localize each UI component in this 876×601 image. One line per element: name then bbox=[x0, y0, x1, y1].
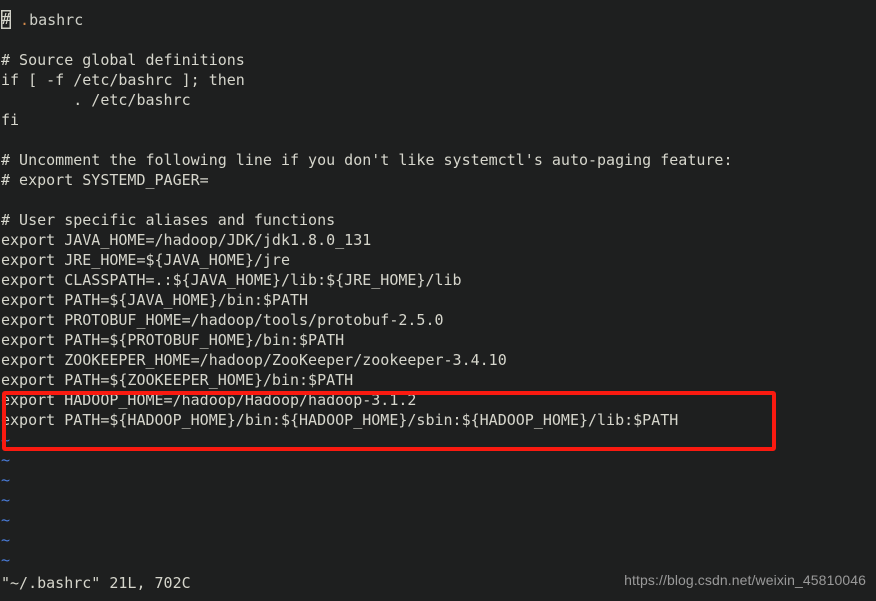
empty-line-marker: ~ bbox=[0, 450, 876, 470]
editor-line-20[interactable]: export HADOOP_HOME=/hadoop/Hadoop/hadoop… bbox=[0, 390, 876, 410]
vim-text-buffer[interactable]: # .bashrc # Source global definitions if… bbox=[0, 10, 876, 570]
text-cursor[interactable]: # bbox=[1, 10, 11, 29]
editor-line-13-text: export JRE_HOME=${JAVA_HOME}/jre bbox=[1, 251, 290, 269]
editor-line-10[interactable] bbox=[0, 190, 876, 210]
status-bar-text: "~/.bashrc" 21L, 702C bbox=[1, 574, 191, 592]
terminal-window: # .bashrc # Source global definitions if… bbox=[0, 0, 876, 601]
editor-line-13[interactable]: export JRE_HOME=${JAVA_HOME}/jre bbox=[0, 250, 876, 270]
editor-line-14-text: export CLASSPATH=.:${JAVA_HOME}/lib:${JR… bbox=[1, 271, 462, 289]
watermark-text: https://blog.csdn.net/weixin_45810046 bbox=[624, 572, 866, 588]
editor-line-16-text: export PROTOBUF_HOME=/hadoop/tools/proto… bbox=[1, 311, 444, 329]
editor-line-1[interactable]: # .bashrc bbox=[0, 10, 876, 30]
editor-line-16[interactable]: export PROTOBUF_HOME=/hadoop/tools/proto… bbox=[0, 310, 876, 330]
editor-line-21[interactable]: export PATH=${HADOOP_HOME}/bin:${HADOOP_… bbox=[0, 410, 876, 430]
tilde-glyph: ~ bbox=[1, 491, 11, 509]
editor-line-17[interactable]: export PATH=${PROTOBUF_HOME}/bin:$PATH bbox=[0, 330, 876, 350]
editor-line-12[interactable]: export JAVA_HOME=/hadoop/JDK/jdk1.8.0_13… bbox=[0, 230, 876, 250]
editor-line-14[interactable]: export CLASSPATH=.:${JAVA_HOME}/lib:${JR… bbox=[0, 270, 876, 290]
editor-line-19[interactable]: export PATH=${ZOOKEEPER_HOME}/bin:$PATH bbox=[0, 370, 876, 390]
editor-line-3[interactable]: # Source global definitions bbox=[0, 50, 876, 70]
editor-line-12-text: export JAVA_HOME=/hadoop/JDK/jdk1.8.0_13… bbox=[1, 231, 372, 249]
status-bar: "~/.bashrc" 21L, 702C bbox=[1, 573, 191, 593]
empty-line-marker: ~ bbox=[0, 550, 876, 570]
empty-line-marker: ~ bbox=[0, 530, 876, 550]
tilde-glyph: ~ bbox=[1, 551, 11, 569]
editor-line-6[interactable]: fi bbox=[0, 110, 876, 130]
editor-line-5-text: . /etc/bashrc bbox=[1, 91, 191, 109]
editor-line-4[interactable]: if [ -f /etc/bashrc ]; then bbox=[0, 70, 876, 90]
editor-line-6-text: fi bbox=[1, 111, 20, 129]
editor-line-5[interactable]: . /etc/bashrc bbox=[0, 90, 876, 110]
editor-line-20-text: export HADOOP_HOME=/hadoop/Hadoop/hadoop… bbox=[1, 391, 417, 409]
editor-line-3-text: # Source global definitions bbox=[1, 51, 245, 69]
editor-line-8-text: # Uncomment the following line if you do… bbox=[1, 151, 733, 169]
editor-line-15-text: export PATH=${JAVA_HOME}/bin:$PATH bbox=[1, 291, 309, 309]
editor-line-9[interactable]: # export SYSTEMD_PAGER= bbox=[0, 170, 876, 190]
empty-line-marker: ~ bbox=[0, 510, 876, 530]
editor-line-18[interactable]: export ZOOKEEPER_HOME=/hadoop/ZooKeeper/… bbox=[0, 350, 876, 370]
editor-line-1-text: .bashrc bbox=[20, 11, 84, 29]
tilde-glyph: ~ bbox=[1, 471, 11, 489]
editor-line-15[interactable]: export PATH=${JAVA_HOME}/bin:$PATH bbox=[0, 290, 876, 310]
tilde-glyph: ~ bbox=[1, 531, 11, 549]
editor-line-7[interactable] bbox=[0, 130, 876, 150]
editor-line-19-text: export PATH=${ZOOKEEPER_HOME}/bin:$PATH bbox=[1, 371, 354, 389]
editor-line-2[interactable] bbox=[0, 30, 876, 50]
tilde-glyph: ~ bbox=[1, 451, 11, 469]
tilde-glyph: ~ bbox=[1, 511, 11, 529]
editor-line-9-text: # export SYSTEMD_PAGER= bbox=[1, 171, 209, 189]
editor-line-4-text: if [ -f /etc/bashrc ]; then bbox=[1, 71, 245, 89]
editor-line-11[interactable]: # User specific aliases and functions bbox=[0, 210, 876, 230]
editor-line-18-text: export ZOOKEEPER_HOME=/hadoop/ZooKeeper/… bbox=[1, 351, 507, 369]
empty-line-marker: ~ bbox=[0, 490, 876, 510]
editor-line-17-text: export PATH=${PROTOBUF_HOME}/bin:$PATH bbox=[1, 331, 345, 349]
editor-line-11-text: # User specific aliases and functions bbox=[1, 211, 336, 229]
tilde-glyph: ~ bbox=[1, 431, 11, 449]
empty-line-marker: ~ bbox=[0, 430, 876, 450]
editor-line-21-text: export PATH=${HADOOP_HOME}/bin:${HADOOP_… bbox=[1, 411, 679, 429]
editor-line-8[interactable]: # Uncomment the following line if you do… bbox=[0, 150, 876, 170]
empty-line-marker: ~ bbox=[0, 470, 876, 490]
